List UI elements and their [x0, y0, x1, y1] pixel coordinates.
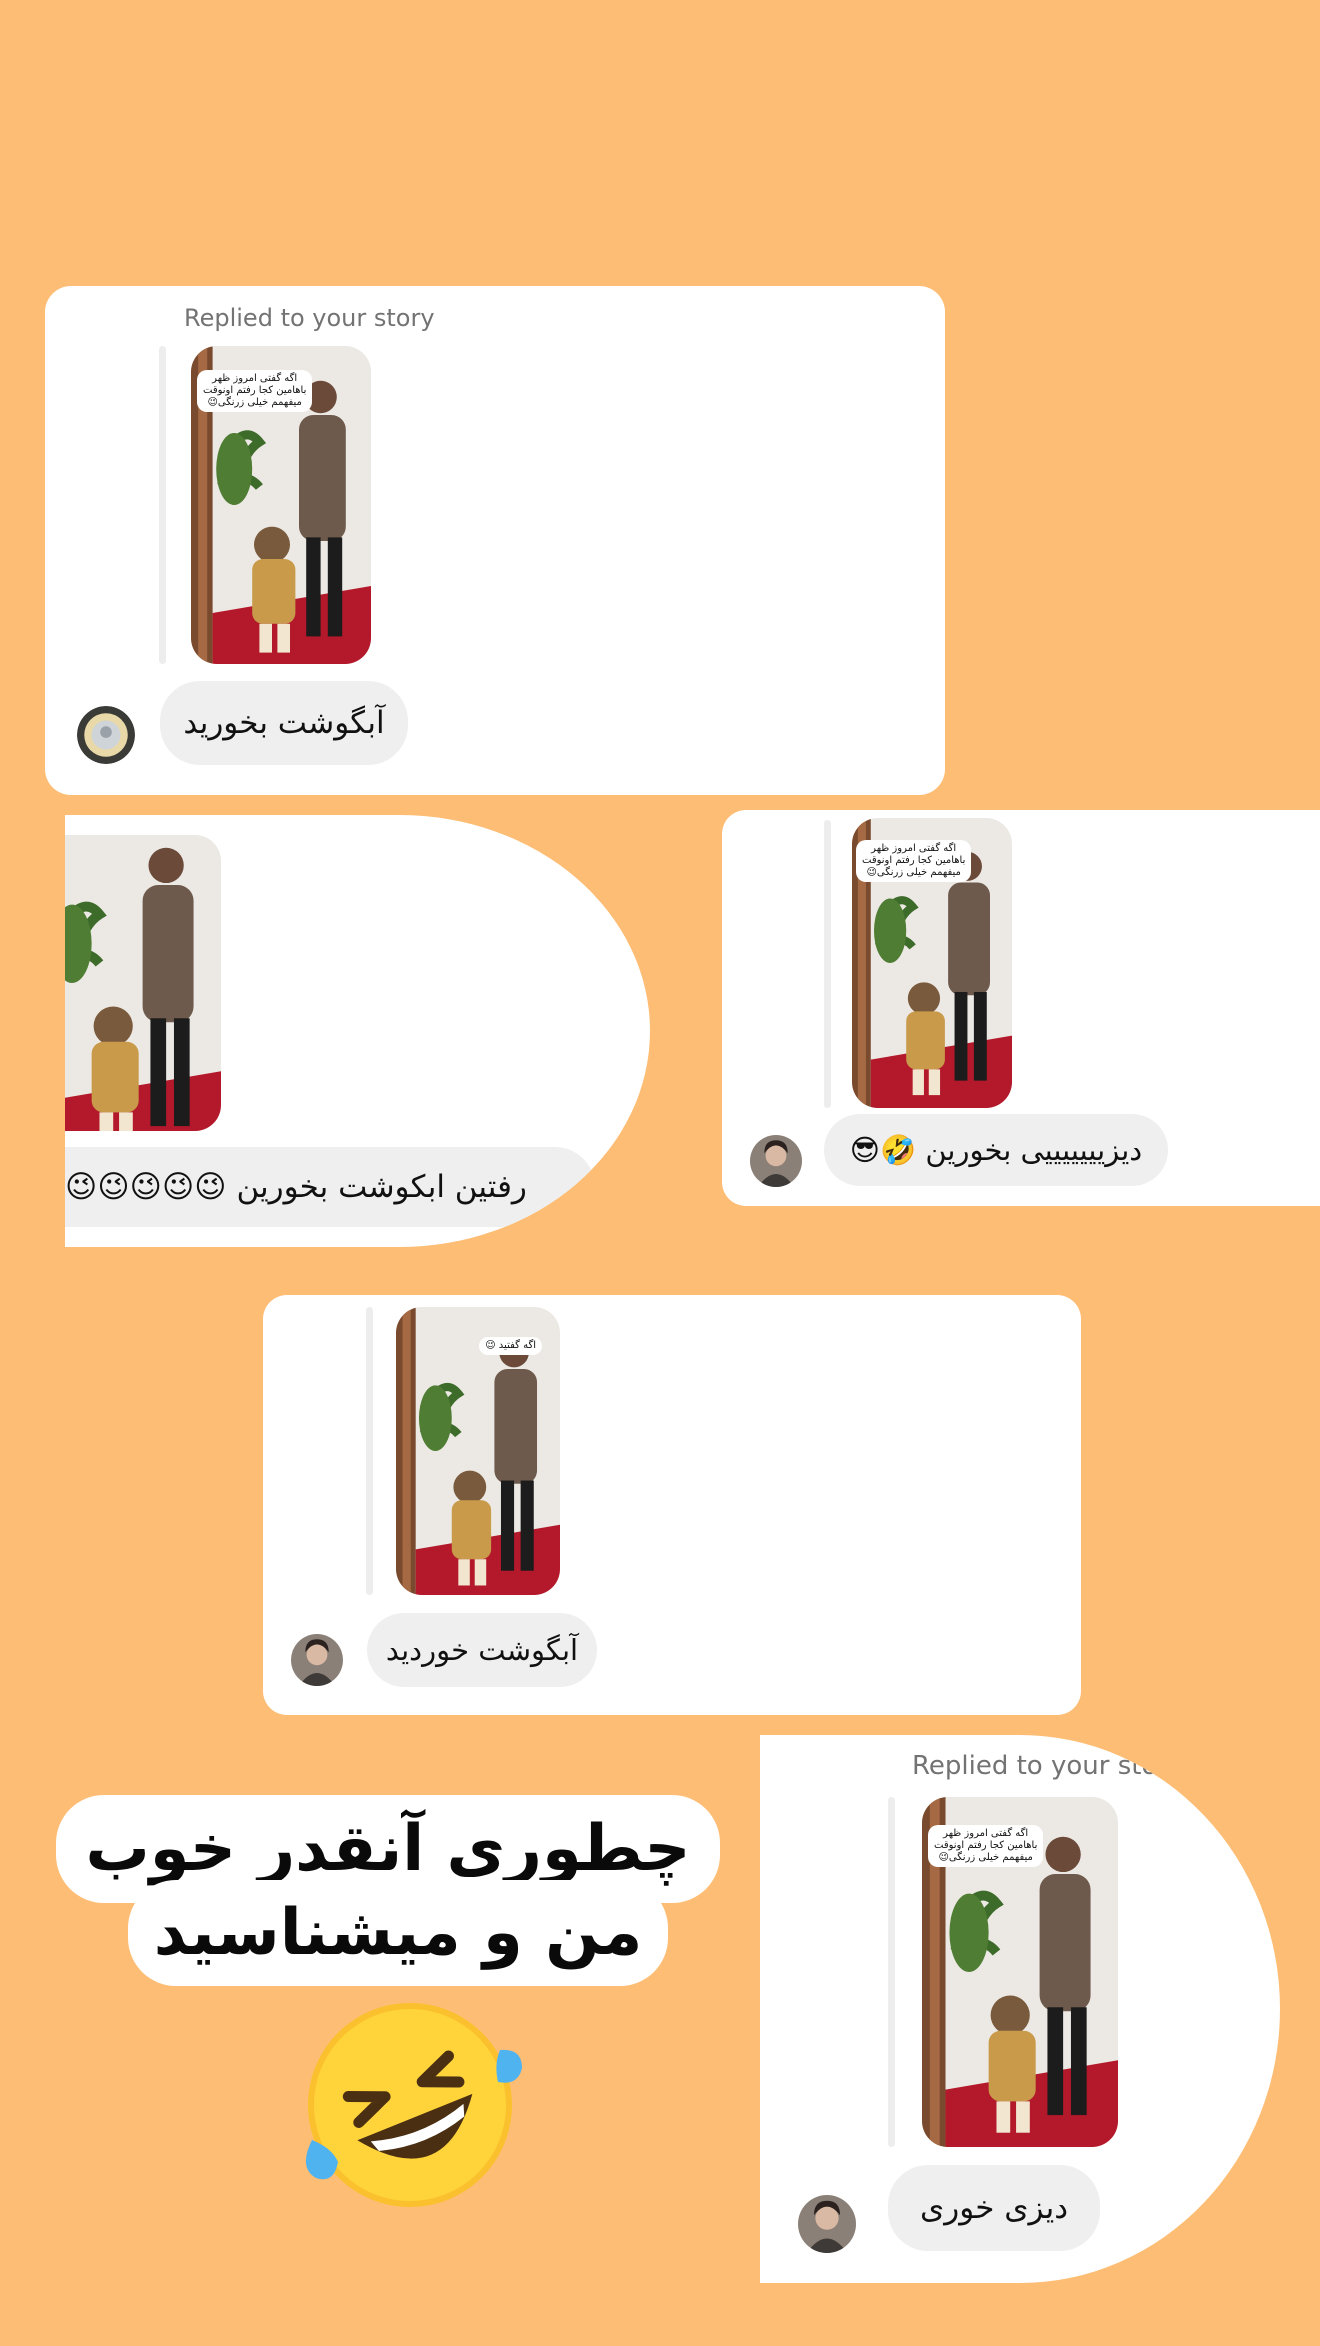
reply-message[interactable]: دیزیییییییی بخورین 🤣😎 [824, 1114, 1168, 1186]
story-thumbnail[interactable] [65, 835, 221, 1131]
story-reply-card-2: رفتین ابکوشت بخورین 😉😉😉😉😉 [65, 815, 650, 1247]
story-thumbnail[interactable]: اگه گفتی امروز ظهر باهامین کجا رفتم اونو… [852, 818, 1012, 1108]
quote-bar [824, 820, 831, 1108]
quote-bar [366, 1307, 373, 1595]
avatar[interactable] [291, 1634, 343, 1686]
replied-to-story-label: Replied to your story [912, 1751, 1184, 1781]
story-caption-tag: اگه گفتی امروز ظهر باهامین کجا رفتم اونو… [197, 370, 313, 412]
quote-bar [159, 346, 166, 664]
story-reply-card-1: Replied to your story اگه گفتی امروز ظهر… [45, 286, 945, 795]
story-reply-card-4: اگه گفتید 😉 آبگوشت خوردید [263, 1295, 1081, 1715]
story-thumbnail[interactable]: اگه گفتی امروز ظهر باهامین کجا رفتم اونو… [191, 346, 371, 664]
avatar[interactable] [798, 2195, 856, 2253]
reply-message[interactable]: آبگوشت خوردید [367, 1613, 597, 1687]
story-caption-tag: اگه گفتید 😉 [479, 1337, 542, 1355]
reply-message[interactable]: رفتین ابکوشت بخورین 😉😉😉😉😉 [65, 1147, 595, 1227]
story-thumbnail[interactable]: اگه گفتی امروز ظهر باهامین کجا رفتم اونو… [922, 1797, 1118, 2147]
quote-bar [888, 1797, 895, 2147]
rolling-on-floor-laughing-emoji [290, 1990, 530, 2220]
story-reply-card-3: اگه گفتی امروز ظهر باهامین کجا رفتم اونو… [722, 810, 1320, 1206]
story-reply-card-5: Replied to your story اگه گفتی امروز ظهر… [760, 1735, 1280, 2283]
story-thumbnail[interactable]: اگه گفتید 😉 [396, 1307, 560, 1595]
avatar[interactable] [750, 1135, 802, 1187]
reply-message[interactable]: آبگوشت بخورید [160, 681, 408, 765]
replied-to-story-label: Replied to your story [184, 304, 435, 332]
reply-message[interactable]: دیزی خوری [888, 2165, 1100, 2251]
story-caption-tag: اگه گفتی امروز ظهر باهامین کجا رفتم اونو… [928, 1825, 1044, 1867]
caption-line-2: من و میشناسید [128, 1880, 668, 1986]
avatar[interactable] [77, 706, 135, 764]
story-caption-tag: اگه گفتی امروز ظهر باهامین کجا رفتم اونو… [856, 840, 972, 882]
